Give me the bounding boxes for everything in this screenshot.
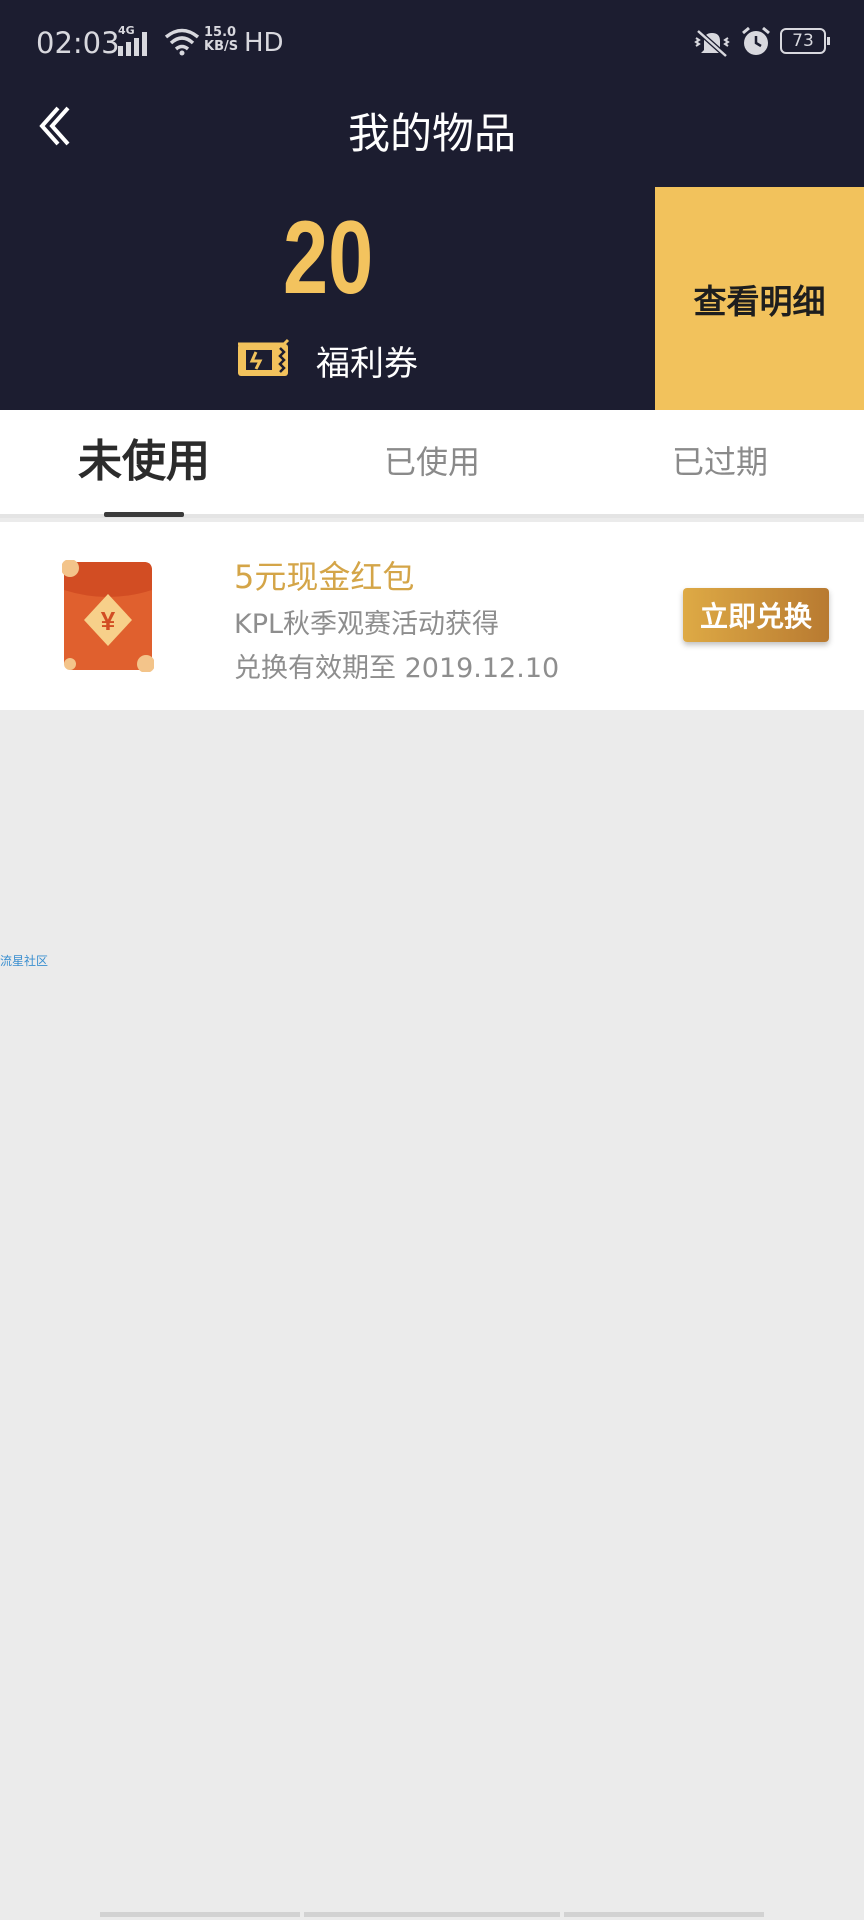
ticket-icon	[238, 338, 290, 376]
status-time: 02:03	[36, 26, 120, 60]
voucher-card: ¥ 5元现金红包 KPL秋季观赛活动获得 兑换有效期至 2019.12.10 立…	[0, 522, 864, 710]
voucher-source: KPL秋季观赛活动获得	[234, 609, 500, 640]
hd-indicator: HD	[244, 28, 284, 58]
vibrate-mute-icon	[694, 29, 730, 58]
voucher-expiry: 兑换有效期至 2019.12.10	[234, 653, 560, 684]
scroll-hint-bar	[100, 1912, 300, 1917]
voucher-title: 5元现金红包	[234, 558, 415, 596]
page-title: 我的物品	[347, 109, 516, 158]
status-bar: 02:03 4G 15.0 KB/S HD 73	[0, 0, 864, 86]
battery-icon: 73	[780, 28, 830, 54]
red-envelope-icon: ¥	[62, 560, 154, 672]
network-speed-unit: KB/S	[204, 39, 239, 54]
tab-expired[interactable]: 已过期	[640, 410, 800, 514]
active-tab-indicator	[104, 512, 184, 517]
tab-unused[interactable]: 未使用	[60, 410, 228, 514]
view-details-button[interactable]: 查看明细	[655, 187, 864, 410]
cellular-signal-icon: 4G	[118, 24, 154, 56]
network-type: 4G	[118, 24, 135, 37]
scroll-hint-bar	[304, 1912, 560, 1917]
tab-used[interactable]: 已使用	[352, 410, 512, 514]
alarm-icon	[742, 26, 770, 55]
svg-text:¥: ¥	[101, 606, 116, 636]
network-speed: 15.0 KB/S	[204, 26, 238, 54]
network-speed-value: 15.0	[204, 25, 237, 40]
tab-bar: 未使用 已使用 已过期	[0, 410, 864, 518]
ticket-count: 20	[283, 200, 374, 316]
redeem-button[interactable]: 立即兑换	[683, 588, 829, 642]
ticket-label: 福利券	[316, 344, 418, 384]
watermark-text: 流星社区	[0, 954, 49, 968]
wifi-icon	[164, 28, 200, 56]
scroll-hint-bar	[564, 1912, 764, 1917]
